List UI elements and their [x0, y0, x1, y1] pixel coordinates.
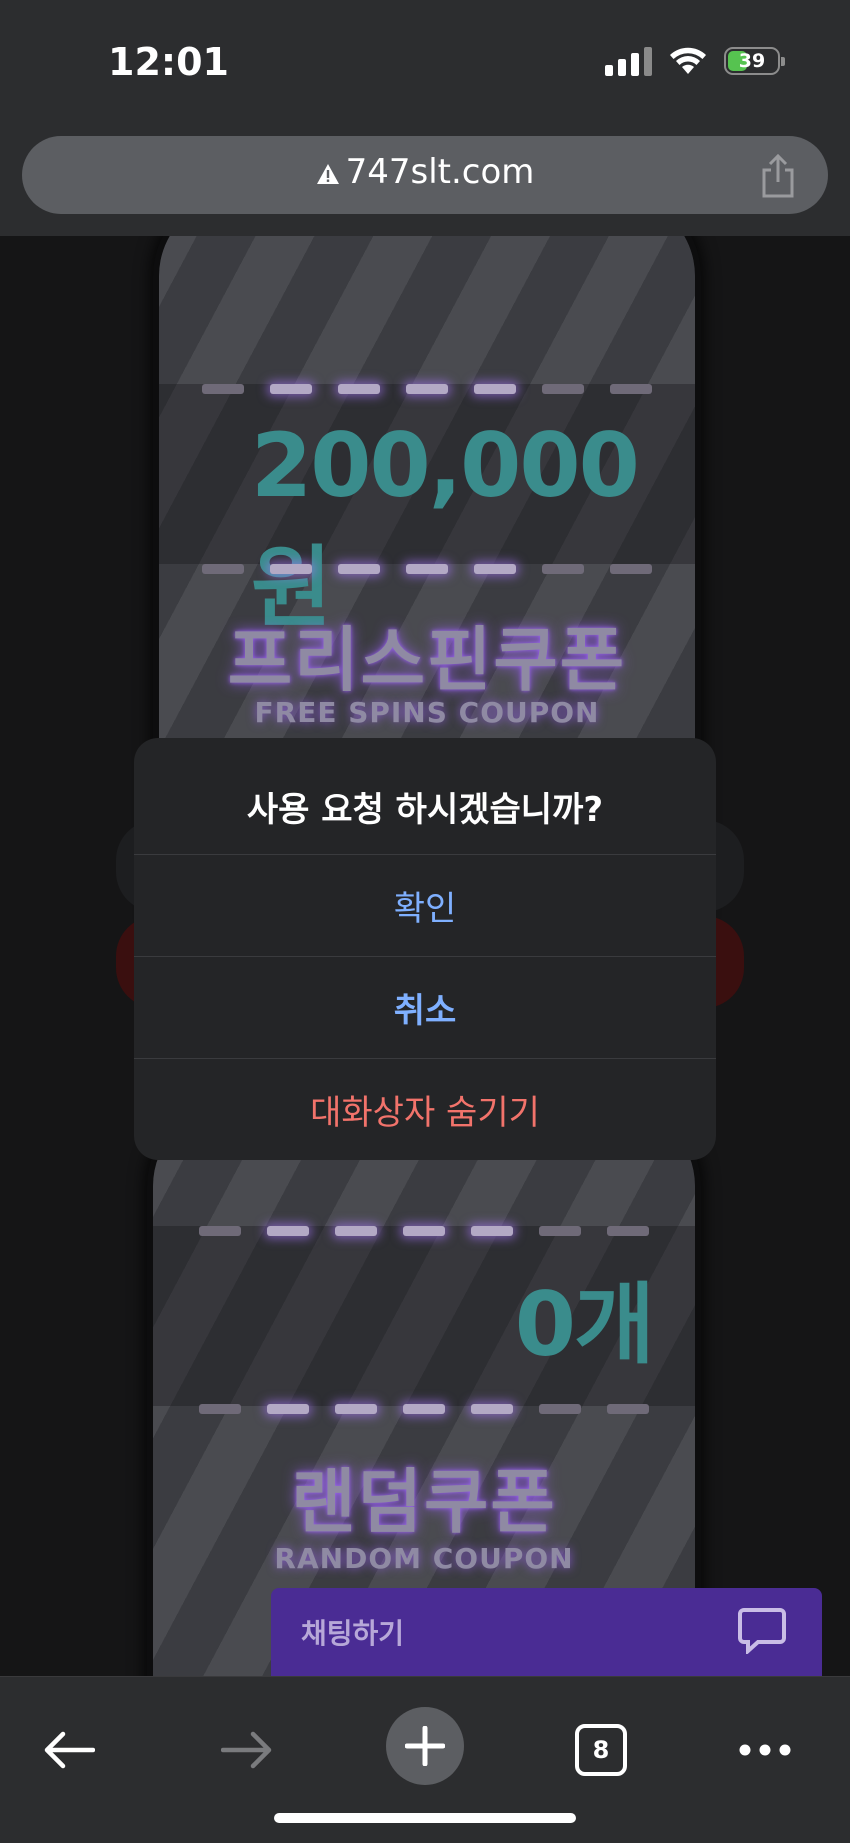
chat-button[interactable]: 채팅하기 [271, 1588, 822, 1676]
plus-icon [405, 1726, 445, 1766]
hide-dialog-button[interactable]: 대화상자 숨기기 [134, 1058, 716, 1160]
decorative-dashes [159, 384, 695, 394]
arrow-right-icon [221, 1731, 272, 1769]
wifi-icon [670, 47, 706, 74]
back-button[interactable] [30, 1711, 108, 1789]
free-spins-title-en: FREE SPINS COUPON [254, 696, 600, 729]
status-time: 12:01 [108, 40, 229, 84]
tab-count: 8 [575, 1724, 627, 1776]
url-text: 747slt.com [345, 152, 535, 192]
new-tab-button[interactable] [386, 1707, 464, 1785]
more-dots-icon [739, 1744, 791, 1756]
forward-button[interactable] [208, 1711, 286, 1789]
cancel-button[interactable]: 취소 [134, 956, 716, 1058]
confirm-dialog: 사용 요청 하시겠습니까? 확인 취소 대화상자 숨기기 [134, 738, 716, 1160]
home-indicator[interactable] [274, 1813, 576, 1823]
browser-address-area: 747slt.com [0, 120, 850, 236]
free-spins-title-kr: 프리스핀쿠폰 [227, 619, 627, 701]
warning-triangle-icon [316, 164, 339, 184]
status-indicators: 39 [605, 46, 785, 76]
status-bar: 12:01 39 [0, 0, 850, 120]
decorative-dashes [153, 1404, 695, 1414]
tabs-button[interactable]: 8 [562, 1711, 640, 1789]
chat-label: 채팅하기 [301, 1617, 405, 1650]
decorative-dashes [159, 564, 695, 574]
url-display: 747slt.com [22, 152, 828, 192]
decorative-dashes [153, 1226, 695, 1236]
confirm-button[interactable]: 확인 [134, 854, 716, 956]
random-coupon-title-en: RANDOM COUPON [274, 1542, 574, 1575]
address-bar[interactable]: 747slt.com [22, 136, 828, 214]
random-coupon-title-kr: 랜덤쿠폰 [291, 1461, 557, 1543]
random-coupon-amount: 0개 [514, 1273, 655, 1376]
battery-icon: 39 [724, 47, 785, 75]
chat-bubble-icon [738, 1608, 786, 1654]
share-icon[interactable] [758, 154, 798, 198]
dialog-message: 사용 요청 하시겠습니까? [246, 790, 604, 830]
more-button[interactable] [726, 1711, 804, 1789]
cellular-signal-icon [605, 46, 652, 76]
arrow-left-icon [44, 1731, 95, 1769]
battery-percent: 39 [738, 50, 766, 72]
